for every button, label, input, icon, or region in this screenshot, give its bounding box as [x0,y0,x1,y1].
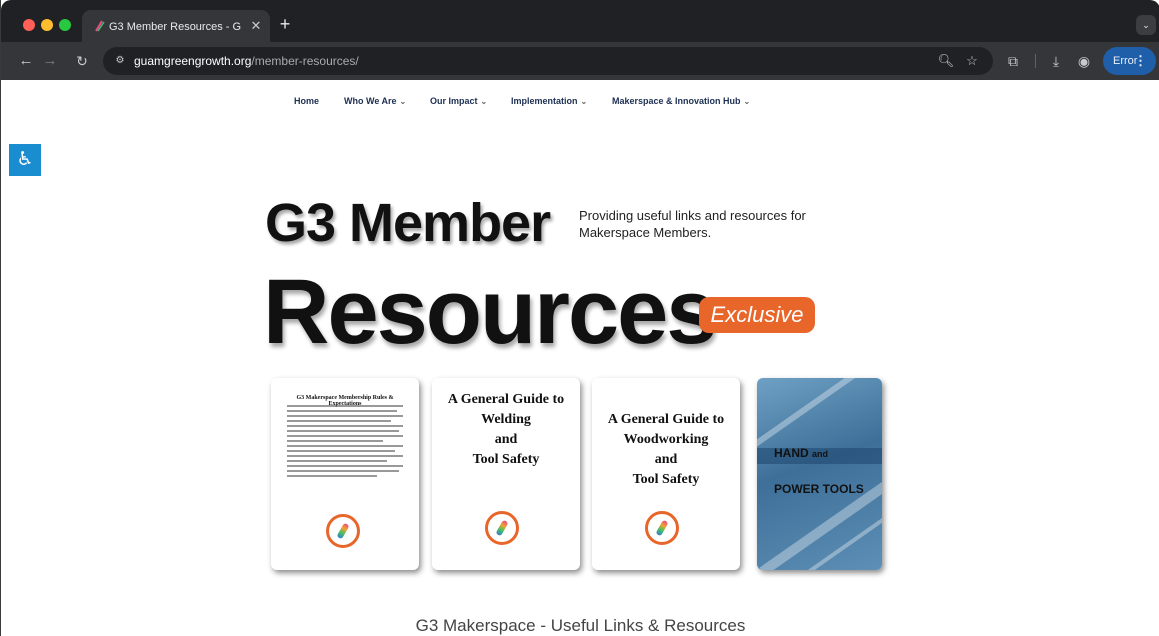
card-heading-line: Welding [481,412,531,427]
download-icon[interactable]: ⤓ [1046,51,1066,71]
site-info-icon[interactable]: ⚙ [112,53,128,69]
tab-title: G3 Member Resources - Guam [109,21,241,33]
toolbar-divider [1035,54,1036,68]
nav-item-our-impact[interactable]: Our Impact ⌄ [430,96,487,106]
resource-card-welding[interactable]: A General Guide to Welding and Tool Safe… [432,378,580,570]
cover-title-word: HAND [774,446,809,460]
back-arrow-icon[interactable]: ← [15,50,37,72]
cover-title-line2: POWER TOOLS [774,482,864,496]
nav-item-who-we-are[interactable]: Who We Are ⌄ [344,96,406,106]
profile-icon[interactable]: ◉ [1074,51,1094,71]
nav-item-implementation[interactable]: Implementation ⌄ [511,96,587,106]
card-heading-line: and [654,452,678,467]
nav-item-label: Who We Are [344,96,397,106]
url-host: guamgreengrowth.org [134,54,252,68]
address-bar[interactable]: ⚙ guamgreengrowth.org/member-resources/ … [103,47,993,75]
browser-toolbar: ← → ↻ ⚙ guamgreengrowth.org/member-resou… [1,42,1159,80]
nav-item-makerspace[interactable]: Makerspace & Innovation Hub ⌄ [612,96,750,106]
chevron-down-icon: ⌄ [480,97,488,106]
reload-icon[interactable]: ↻ [71,50,93,72]
g3-logo-icon [645,511,679,545]
forward-arrow-icon[interactable]: → [39,50,61,72]
site-navigation: Home Who We Are ⌄ Our Impact ⌄ Implementat… [1,80,1159,124]
tab-search-icon[interactable]: ⌄ [1136,15,1156,35]
chevron-down-icon: ⌄ [580,97,588,106]
exclusive-badge: Exclusive [699,297,815,333]
card-heading-line: Woodworking [623,432,709,447]
card-heading: A General Guide to Welding and Tool Safe… [436,390,576,470]
star-icon[interactable]: ☆ [963,52,981,70]
new-tab-button[interactable]: + [275,14,295,34]
tab-strip: G3 Member Resources - Guam ✕ + ⌄ [1,0,1159,42]
error-button[interactable]: Error ⋮ [1103,47,1156,75]
nav-item-label: Our Impact [430,96,478,106]
g3-logo-icon [485,511,519,545]
accessibility-icon[interactable]: ♿︎ [9,144,41,176]
resource-card-woodworking[interactable]: A General Guide to Woodworking and Tool … [592,378,740,570]
close-tab-icon[interactable]: ✕ [247,17,265,35]
nav-item-home[interactable]: Home [294,96,319,106]
card-heading-line: A General Guide to [607,412,725,427]
card-heading-line: and [494,432,518,447]
card-heading-line: A General Guide to [447,392,565,407]
nav-item-label: Home [294,96,320,106]
url-path: /member-resources/ [251,54,359,68]
nav-item-label: Implementation [511,96,578,106]
maximize-window-button[interactable] [59,19,71,31]
card-heading-line: Tool Safety [632,472,700,487]
card-heading-line: Tool Safety [472,452,540,467]
cover-title-word: and [812,449,829,459]
hero-tagline: Providing useful links and resources for… [579,208,806,240]
cover-title-line1: HAND and [774,446,828,460]
nav-item-label: Makerspace & Innovation Hub [612,96,741,106]
url-text[interactable]: guamgreengrowth.org/member-resources/ [134,53,359,69]
resource-card-rules[interactable]: G3 Makerspace Membership Rules & Expecta… [271,378,419,570]
chevron-down-icon: ⌄ [743,97,751,106]
cover-art-streak [757,378,882,450]
close-window-button[interactable] [23,19,35,31]
menu-dots-icon[interactable]: ⋮ [1134,47,1147,75]
browser-window: G3 Member Resources - Guam ✕ + ⌄ ← → ↻ ⚙… [0,0,1159,636]
hero-title-line2: Resources [263,261,717,363]
section-heading: G3 Makerspace - Useful Links & Resources [415,616,746,635]
chevron-down-icon: ⌄ [399,97,407,106]
g3-logo-icon [326,514,360,548]
minimize-window-button[interactable] [41,19,53,31]
resource-card-power-tools[interactable]: HAND and POWER TOOLS [757,378,882,570]
hero-title-line1: G3 Member [265,193,551,253]
zoom-icon[interactable]: 🔍︎ [937,52,955,70]
card-heading: A General Guide to Woodworking and Tool … [596,410,736,490]
site-favicon-icon [95,20,105,32]
extensions-icon[interactable]: ⧉ [1003,51,1023,71]
browser-tab[interactable]: G3 Member Resources - Guam ✕ [82,10,270,42]
